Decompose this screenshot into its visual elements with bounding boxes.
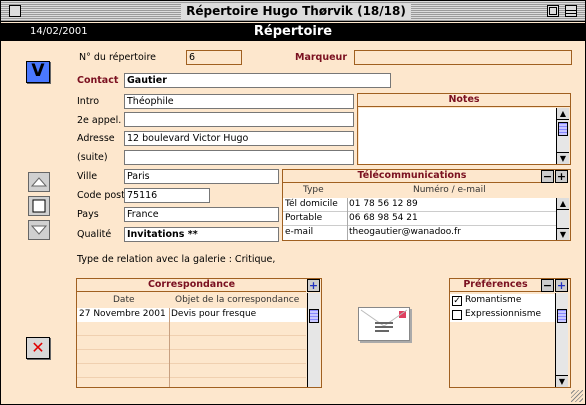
corr-row-date: 27 Novembre 2001 [79,309,166,319]
contact-field[interactable]: Gautier [124,73,391,88]
zoom-box-icon[interactable] [547,5,559,17]
suite-field[interactable] [124,150,354,165]
current-record-button[interactable] [28,196,50,216]
close-box-icon[interactable] [9,5,21,17]
validate-icon: V [31,61,45,81]
telecom-col-num: Numéro / e-mail [413,185,486,195]
scroll-thumb[interactable] [558,122,568,136]
suite-label: (suite) [77,152,108,163]
cp-label: Code post. [77,190,128,201]
telecom-row-value: theogautier@wanadoo.fr [349,227,461,237]
preferences-remove-button[interactable]: − [541,279,554,292]
telecom-row-type: Tél domicile [285,199,338,209]
appel2-label: 2e appel. [77,115,122,126]
corr-row-obj: Devis pour fresque [171,309,257,319]
telecom-row[interactable]: Portable 06 68 98 54 21 [283,212,556,226]
telecom-row-value: 01 78 56 12 89 [349,199,418,209]
next-record-button[interactable] [28,220,50,240]
envelope-graphic [360,309,408,332]
preference-item[interactable]: Expressionnisme [450,308,555,322]
notes-title: Notes [358,94,570,107]
telecom-col-type: Type [303,185,324,195]
delete-icon: ✕ [31,338,45,357]
scroll-thumb[interactable] [557,309,567,323]
resize-grip-icon[interactable] [571,390,583,402]
telecom-title: Télécommunications [283,170,541,183]
notes-panel: Notes ▲ ▼ [357,93,571,165]
num-label: N° du répertoire [79,52,156,63]
intro-field[interactable]: Théophile [124,94,354,109]
cp-field[interactable]: 75116 [124,188,210,203]
telecom-remove-button[interactable]: − [541,170,554,183]
telecom-row-value: 06 68 98 54 21 [349,213,418,223]
correspondance-panel: Correspondance + Date Objet de la corres… [76,278,322,388]
checkbox-icon[interactable] [452,310,462,320]
corr-col-obj: Objet de la correspondance [175,295,300,305]
previous-record-button[interactable] [28,172,50,192]
telecom-row[interactable]: e-mail theogautier@wanadoo.fr [283,226,556,240]
ville-field[interactable]: Paris [124,169,279,184]
num-field[interactable]: 6 [186,50,242,65]
preference-label: Romantisme [465,295,522,305]
scroll-down-icon[interactable]: ▼ [556,375,568,387]
scroll-up-icon[interactable]: ▲ [557,198,569,210]
pays-field[interactable]: France [124,207,279,222]
page-title: Répertoire [253,24,333,39]
square-icon [32,199,46,213]
preferences-title: Préférences [450,279,541,292]
appel2-field[interactable] [124,112,354,127]
scroll-thumb[interactable] [309,309,319,323]
preferences-panel: Préférences − + ✓ Romantisme Expressionn… [449,278,571,388]
arrow-up-icon [30,177,48,187]
telecom-row-type: Portable [285,213,323,223]
window: Répertoire Hugo Thørvik (18/18) 14/02/20… [0,0,586,405]
notes-scrollbar[interactable]: ▲ ▼ [556,108,569,164]
contact-label: Contact [77,75,119,86]
arrow-down-icon [30,225,48,235]
title-bar[interactable]: Répertoire Hugo Thørvik (18/18) [1,1,585,22]
telecom-row[interactable]: Tél domicile 01 78 56 12 89 [283,198,556,212]
correspondance-add-button[interactable]: + [307,279,320,292]
ville-label: Ville [77,171,98,182]
relation-text: Type de relation avec la galerie : Criti… [77,254,276,265]
checkbox-checked-icon[interactable]: ✓ [452,296,462,306]
corr-row[interactable]: 27 Novembre 2001 Devis pour fresque [77,308,306,322]
adresse-field[interactable]: 12 boulevard Victor Hugo [124,131,354,146]
qualite-label: Qualité [77,229,112,240]
adresse-label: Adresse [77,133,115,144]
corr-col-date: Date [113,295,135,305]
corr-scrollbar[interactable] [307,293,320,387]
correspondance-title: Correspondance [77,279,306,292]
marqueur-field[interactable] [354,50,572,65]
envelope-icon[interactable] [358,307,410,341]
preference-item[interactable]: ✓ Romantisme [450,294,555,308]
telecom-row-type: e-mail [285,227,314,237]
scroll-up-icon[interactable]: ▲ [557,108,569,120]
pays-label: Pays [77,209,99,220]
pref-scrollbar[interactable]: ▼ [555,293,568,387]
telecom-add-button[interactable]: + [555,170,568,183]
preference-label: Expressionnisme [465,309,542,319]
marqueur-label: Marqueur [295,52,348,63]
scroll-down-icon[interactable]: ▼ [557,152,569,164]
qualite-field[interactable]: Invitations ** [124,227,279,242]
delete-button[interactable]: ✕ [26,337,50,359]
telecom-panel: Télécommunications − + Type Numéro / e-m… [282,169,571,241]
notes-textarea[interactable] [359,108,556,164]
window-title: Répertoire Hugo Thørvik (18/18) [181,4,411,19]
intro-label: Intro [77,96,100,107]
header-bar: 14/02/2001 Répertoire [1,23,585,41]
telecom-scrollbar[interactable]: ▲ ▼ [556,198,569,240]
scroll-down-icon[interactable]: ▼ [557,228,569,240]
validate-button[interactable]: V [26,61,50,83]
collapse-box-icon[interactable] [565,5,577,17]
preferences-add-button[interactable]: + [555,279,568,292]
